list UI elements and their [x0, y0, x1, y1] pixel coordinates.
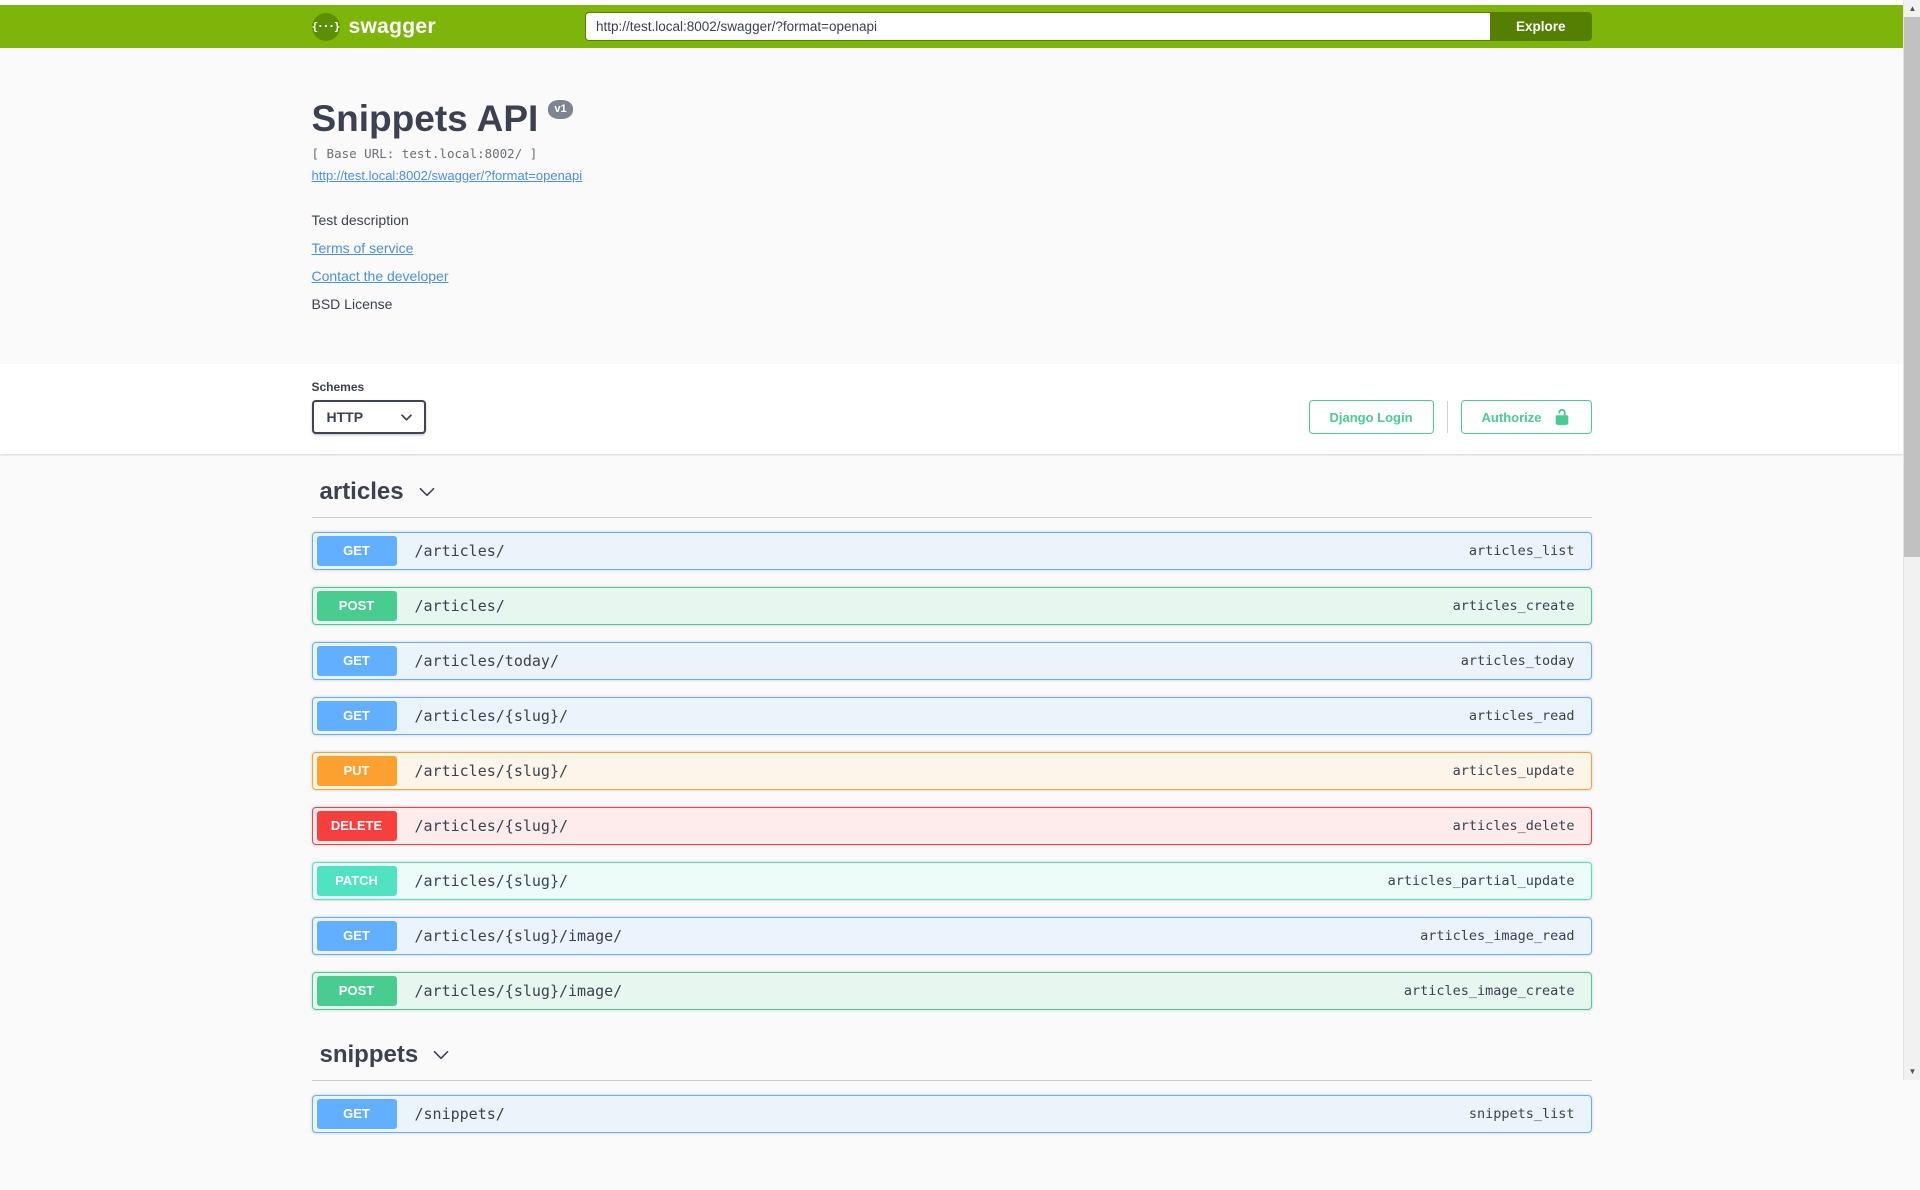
tag-title: articles — [319, 478, 404, 505]
operation-id: articles_read — [1468, 708, 1575, 724]
method-badge: POST — [316, 976, 397, 1006]
operation-id: articles_list — [1468, 543, 1575, 559]
operation-id: articles_image_read — [1420, 928, 1575, 944]
opblock-articles_image_read[interactable]: GET/articles/{slug}/image/articles_image… — [311, 917, 1592, 955]
method-badge: PATCH — [316, 866, 397, 896]
operation-path: /articles/{slug}/ — [414, 872, 569, 890]
schemes-select[interactable]: HTTP — [311, 400, 426, 434]
swagger-logo-icon: {···} — [311, 12, 341, 41]
swagger-brand[interactable]: {···} swagger — [311, 12, 436, 41]
contact-developer-link[interactable]: Contact the developer — [312, 268, 449, 284]
brand-name: swagger — [348, 14, 436, 38]
tag-section-articles: articles GET/articles/articles_list POST/a… — [311, 464, 1592, 1010]
explore-form: Explore — [584, 12, 1592, 41]
schemes-wrapper: Schemes HTTP — [311, 380, 426, 434]
tag-header-articles[interactable]: articles — [311, 464, 1592, 518]
operation-path: /articles/{slug}/ — [414, 707, 569, 725]
schemes-selected-value: HTTP — [326, 409, 364, 425]
operation-id: articles_today — [1460, 653, 1575, 669]
operation-path: /articles/today/ — [414, 652, 560, 670]
base-url: [ Base URL: test.local:8002/ ] — [311, 146, 538, 161]
operation-id: articles_update — [1452, 763, 1575, 779]
scrollbar[interactable]: ▲ ▼ — [1903, 0, 1920, 1080]
method-badge: GET — [316, 701, 397, 731]
method-badge: PUT — [316, 756, 397, 786]
operation-path: /articles/ — [414, 597, 505, 615]
operation-path: /articles/{slug}/image/ — [414, 982, 623, 1000]
schemes-label: Schemes — [311, 380, 365, 394]
opblock-articles_delete[interactable]: DELETE/articles/{slug}/ articles_delete — [311, 807, 1592, 845]
method-badge: GET — [316, 536, 397, 566]
spec-link[interactable]: http://test.local:8002/swagger/?format=o… — [312, 168, 583, 183]
api-title-text: Snippets API — [311, 98, 539, 139]
scroll-down-icon[interactable]: ▼ — [1904, 1063, 1920, 1080]
explore-button[interactable]: Explore — [1489, 12, 1592, 41]
operation-id: articles_delete — [1452, 818, 1575, 834]
method-badge: GET — [316, 921, 397, 951]
page-title: Snippets API v1 — [312, 98, 1592, 140]
swagger-ui-page: {···} swagger Explore Snippets API v1 [ … — [0, 0, 1903, 1190]
license-text: BSD License — [311, 296, 393, 312]
method-badge: GET — [316, 646, 397, 676]
django-login-label: Django Login — [1329, 409, 1413, 425]
operation-path: /articles/ — [414, 542, 505, 560]
opblock-articles_image_create[interactable]: POST/articles/{slug}/image/articles_imag… — [311, 972, 1592, 1010]
opblock-articles_partial_update[interactable]: PATCH/articles/{slug}/ articles_partial_u… — [311, 862, 1592, 900]
django-login-button[interactable]: Django Login — [1308, 400, 1434, 434]
opblock-articles_read[interactable]: GET/articles/{slug}/ articles_read — [311, 697, 1592, 735]
api-description: Test description — [311, 212, 409, 228]
info-section: Snippets API v1 [ Base URL: test.local:8… — [312, 48, 1592, 312]
chevron-down-icon — [400, 413, 412, 421]
operation-path: /articles/{slug}/image/ — [414, 927, 623, 945]
authorize-button[interactable]: Authorize — [1460, 400, 1592, 434]
tag-section-snippets: snippets GET/snippets/snippets_list — [311, 1027, 1592, 1133]
version-badge: v1 — [548, 100, 573, 119]
operation-path: /articles/{slug}/ — [414, 762, 569, 780]
chevron-down-icon — [419, 487, 434, 497]
operation-id: articles_create — [1452, 598, 1575, 614]
operation-path: /articles/{slug}/ — [414, 817, 569, 835]
topbar: {···} swagger Explore — [0, 5, 1903, 48]
scrollbar-thumb[interactable] — [1904, 17, 1920, 557]
opblock-articles_create[interactable]: POST/articles/articles_create — [311, 587, 1592, 625]
unlocked-padlock-icon — [1555, 408, 1568, 426]
chevron-down-icon — [433, 1050, 449, 1060]
scroll-up-icon[interactable]: ▲ — [1904, 0, 1920, 17]
auth-divider — [1446, 401, 1448, 433]
opblock-articles_update[interactable]: PUT/articles/{slug}/ articles_update — [311, 752, 1592, 790]
operation-id: snippets_list — [1468, 1106, 1575, 1122]
tag-title: snippets — [319, 1041, 419, 1068]
spec-url-input[interactable] — [584, 12, 1490, 41]
method-badge: POST — [316, 591, 397, 621]
operation-id: articles_partial_update — [1387, 873, 1575, 889]
operation-path: /snippets/ — [414, 1105, 505, 1123]
operation-id: articles_image_create — [1403, 983, 1575, 999]
opblock-articles_today[interactable]: GET/articles/today/articles_today — [311, 642, 1592, 680]
opblock-snippets_list[interactable]: GET/snippets/snippets_list — [311, 1095, 1592, 1133]
method-badge: DELETE — [316, 811, 397, 841]
terms-of-service-link[interactable]: Terms of service — [312, 240, 414, 256]
scheme-container: Schemes HTTP Django Login Authorize — [0, 364, 1903, 454]
auth-wrapper: Django Login Authorize — [1308, 400, 1592, 434]
tag-header-snippets[interactable]: snippets — [311, 1027, 1592, 1081]
opblock-articles_list[interactable]: GET/articles/articles_list — [311, 532, 1592, 570]
authorize-label: Authorize — [1481, 409, 1542, 425]
method-badge: GET — [316, 1099, 397, 1129]
